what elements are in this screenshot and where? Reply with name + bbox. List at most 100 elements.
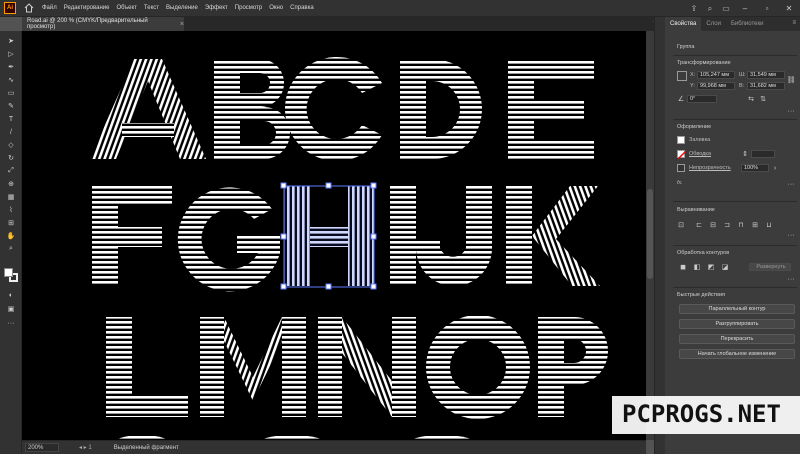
zoom-tool-icon[interactable]: ⌕	[4, 243, 18, 255]
tab-layers[interactable]: Слои	[701, 17, 726, 31]
rectangle-tool-icon[interactable]: ▭	[4, 87, 18, 99]
close-window-button[interactable]: ✕	[778, 0, 800, 17]
curvature-tool-icon[interactable]: ∿	[4, 74, 18, 86]
artboard-canvas[interactable]	[22, 31, 646, 440]
menu-help[interactable]: Справка	[290, 5, 314, 11]
scrollbar-thumb[interactable]	[647, 189, 653, 279]
align-more-icon[interactable]: ···	[787, 231, 795, 239]
fx-label[interactable]: fx.	[677, 180, 683, 186]
letter-M[interactable]	[200, 317, 306, 417]
selection-tool-icon[interactable]: ➤	[4, 35, 18, 47]
appearance-more-icon[interactable]: ···	[787, 180, 795, 188]
letter-O[interactable]	[426, 315, 530, 419]
brush-tool-icon[interactable]: ✎	[4, 100, 18, 112]
draw-mode-icon[interactable]: ◐	[4, 289, 18, 301]
ungroup-button[interactable]: Разгруппировать	[679, 319, 795, 329]
zoom-level-field[interactable]: 200%	[25, 443, 59, 452]
height-field[interactable]: 31,682 мм	[747, 82, 785, 90]
opacity-field[interactable]: 100%	[741, 164, 769, 172]
menu-edit[interactable]: Редактирование	[64, 5, 110, 11]
scale-tool-icon[interactable]: ⤢	[4, 165, 18, 177]
stroke-none-swatch[interactable]	[677, 150, 687, 160]
letter-L[interactable]	[106, 317, 188, 417]
shape-builder-tool-icon[interactable]: ⊕	[4, 178, 18, 190]
hand-tool-icon[interactable]: ✋	[4, 230, 18, 242]
unite-icon[interactable]: ◼	[679, 263, 687, 271]
y-position-field[interactable]: 99,968 мм	[697, 82, 735, 90]
menu-object[interactable]: Объект	[116, 5, 136, 11]
align-top-icon[interactable]: ⊓	[737, 221, 745, 229]
close-tab-icon[interactable]: ×	[180, 21, 184, 28]
intersect-icon[interactable]: ◩	[707, 263, 715, 271]
letter-H-selected[interactable]	[280, 182, 377, 290]
more-options-icon[interactable]: ···	[787, 107, 795, 115]
letter-K[interactable]	[506, 186, 600, 286]
minus-front-icon[interactable]: ◧	[693, 263, 701, 271]
reference-point-icon[interactable]	[677, 71, 687, 81]
letter-G[interactable]	[177, 187, 280, 292]
letter-I[interactable]	[390, 186, 416, 286]
letter-F[interactable]	[92, 186, 172, 286]
flip-horizontal-icon[interactable]: ⇆	[747, 95, 755, 103]
menu-select[interactable]: Выделение	[166, 5, 198, 11]
menu-view[interactable]: Просмотр	[235, 5, 262, 11]
letter-D[interactable]	[400, 59, 482, 159]
pathfinder-more-icon[interactable]: ···	[787, 275, 795, 283]
link-proportions-icon[interactable]: ⛓	[787, 76, 796, 84]
rotation-angle-field[interactable]: 0°	[687, 95, 717, 103]
stroke-label[interactable]: Обводка	[689, 151, 711, 157]
eyedropper-tool-icon[interactable]: ⌇	[4, 204, 18, 216]
flip-vertical-icon[interactable]: ⇅	[759, 95, 767, 103]
opacity-dropdown-icon[interactable]: ›	[771, 164, 779, 172]
direct-selection-tool-icon[interactable]: ▷	[4, 48, 18, 60]
align-right-icon[interactable]: ⊐	[723, 221, 731, 229]
align-bottom-icon[interactable]: ⊔	[765, 221, 773, 229]
arrange-documents-icon[interactable]: ▭	[718, 4, 734, 13]
letter-P[interactable]	[538, 317, 608, 417]
letter-N[interactable]	[318, 317, 416, 417]
offset-path-button[interactable]: Параллельный контур	[679, 304, 795, 314]
align-middle-icon[interactable]: ⊞	[751, 221, 759, 229]
search-icon[interactable]: ⌕	[702, 4, 718, 14]
menu-effect[interactable]: Эффект	[205, 5, 228, 11]
panel-menu-icon[interactable]: ≡	[792, 20, 796, 26]
stroke-weight-stepper-icon[interactable]: ⇕	[741, 150, 749, 158]
screen-mode-icon[interactable]: ▣	[4, 303, 18, 315]
opacity-label[interactable]: Непрозрачность	[689, 165, 731, 171]
minimize-button[interactable]: –	[734, 0, 756, 17]
x-position-field[interactable]: 105,247 мм	[697, 71, 735, 79]
letter-J[interactable]	[416, 186, 492, 286]
exclude-icon[interactable]: ◪	[721, 263, 729, 271]
more-tools-icon[interactable]: ···	[4, 317, 18, 329]
line-tool-icon[interactable]: /	[4, 126, 18, 138]
menu-type[interactable]: Текст	[144, 5, 159, 11]
artboard-navigator[interactable]: ◂ ▸ 1	[79, 444, 92, 451]
align-left-icon[interactable]: ⊏	[695, 221, 703, 229]
document-tab[interactable]: Road.ai @ 200 % (CMYK/Предварительный пр…	[22, 17, 184, 31]
recolor-button[interactable]: Перекрасить	[679, 334, 795, 344]
tab-properties[interactable]: Свойства	[665, 17, 702, 31]
home-icon[interactable]	[24, 3, 34, 13]
letter-E[interactable]	[508, 59, 594, 159]
maximize-button[interactable]: ▫	[756, 0, 778, 17]
rotate-tool-icon[interactable]: ↻	[4, 152, 18, 164]
gradient-tool-icon[interactable]: ▦	[4, 191, 18, 203]
align-center-icon[interactable]: ⊟	[709, 221, 717, 229]
expand-button[interactable]: Развернуть	[749, 263, 791, 271]
share-icon[interactable]: ⇪	[686, 4, 702, 13]
width-field[interactable]: 31,549 мм	[747, 71, 785, 79]
tab-libraries[interactable]: Библиотеки	[726, 17, 769, 31]
letter-C[interactable]	[284, 56, 382, 161]
letter-B[interactable]	[214, 59, 290, 159]
start-global-edit-button[interactable]: Начать глобальное изменение	[679, 349, 795, 359]
align-to-icon[interactable]: ⊡	[677, 221, 685, 229]
menu-file[interactable]: Файл	[42, 5, 57, 11]
pen-tool-icon[interactable]: ✒	[4, 61, 18, 73]
fill-color-swatch[interactable]	[4, 268, 13, 277]
vertical-scrollbar[interactable]	[646, 31, 654, 440]
letter-A[interactable]	[90, 59, 206, 159]
artboard-tool-icon[interactable]: ⊞	[4, 217, 18, 229]
type-tool-icon[interactable]: T	[4, 113, 18, 125]
menu-window[interactable]: Окно	[269, 5, 283, 11]
fill-swatch[interactable]	[677, 136, 685, 144]
